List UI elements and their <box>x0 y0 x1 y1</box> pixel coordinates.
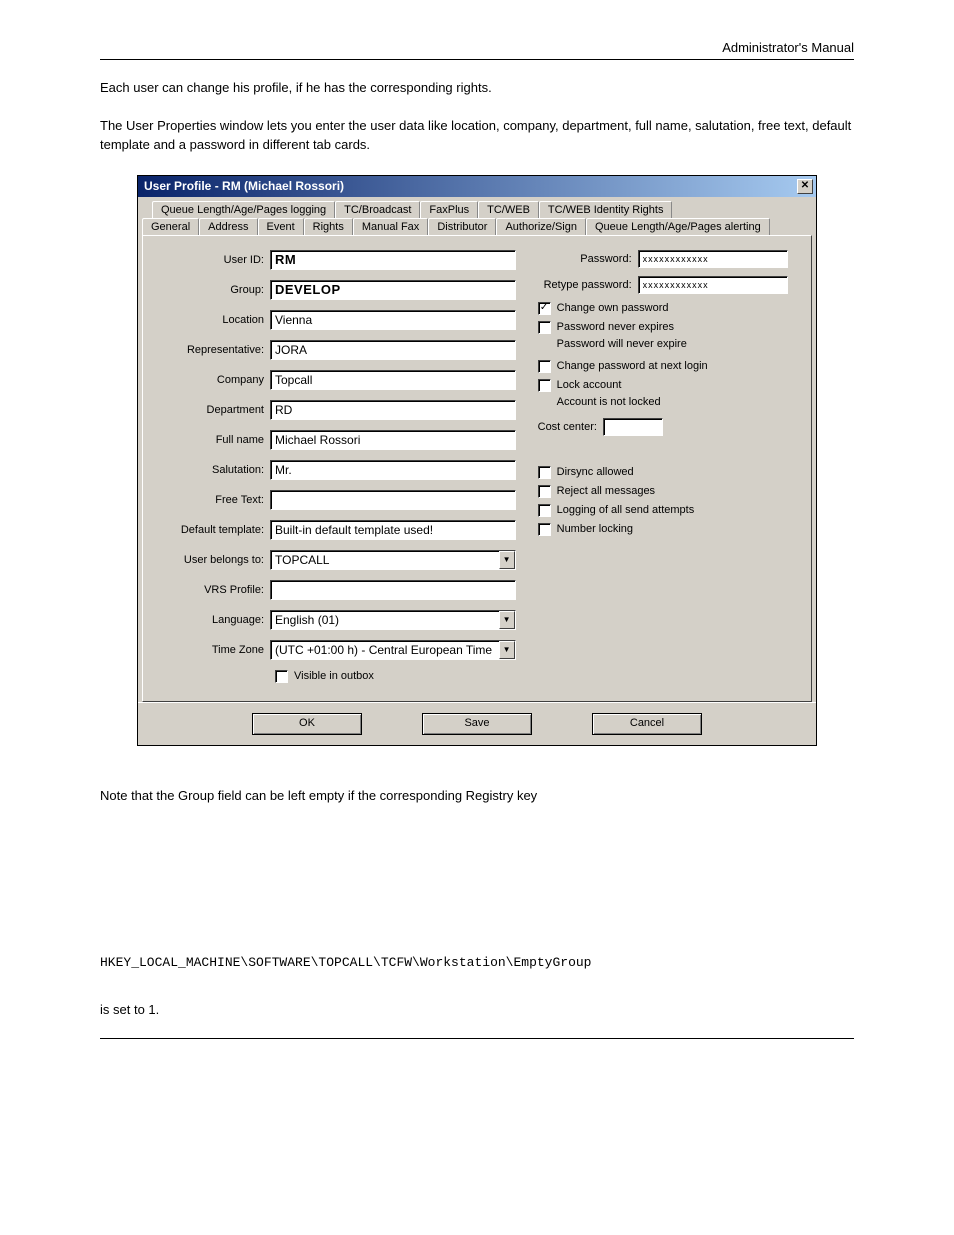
lock-account-subtext: Account is not locked <box>528 396 799 408</box>
dirsync-checkbox[interactable] <box>538 466 551 479</box>
reject-all-label: Reject all messages <box>557 485 655 497</box>
change-own-pw-label: Change own password <box>557 302 669 314</box>
retype-password-label: Retype password: <box>528 279 638 291</box>
user-profile-dialog: User Profile - RM (Michael Rossori) ✕ Qu… <box>137 175 817 746</box>
tab-manual-fax[interactable]: Manual Fax <box>353 218 428 236</box>
never-expires-subtext: Password will never expire <box>528 338 799 350</box>
change-next-login-label: Change password at next login <box>557 360 708 372</box>
fullname-label: Full name <box>155 434 270 446</box>
chevron-down-icon[interactable]: ▼ <box>499 611 515 629</box>
logging-all-label: Logging of all send attempts <box>557 504 695 516</box>
cancel-button[interactable]: Cancel <box>592 713 702 735</box>
tab-tc-broadcast[interactable]: TC/Broadcast <box>335 201 420 218</box>
never-expires-checkbox[interactable] <box>538 321 551 334</box>
close-icon: ✕ <box>801 181 809 191</box>
password-label: Password: <box>528 253 638 265</box>
change-next-login-checkbox[interactable] <box>538 360 551 373</box>
fullname-input[interactable] <box>270 430 516 450</box>
number-locking-checkbox[interactable] <box>538 523 551 536</box>
registry-path: HKEY_LOCAL_MACHINE\SOFTWARE\TOPCALL\TCFW… <box>100 955 854 970</box>
button-bar: OK Save Cancel <box>138 702 816 745</box>
language-label: Language: <box>155 614 270 626</box>
logging-all-checkbox[interactable] <box>538 504 551 517</box>
footer-divider <box>100 1038 854 1039</box>
user-belongs-to-value: TOPCALL <box>271 551 499 569</box>
salutation-input[interactable] <box>270 460 516 480</box>
user-id-input[interactable] <box>270 250 516 270</box>
close-button[interactable]: ✕ <box>797 179 813 194</box>
company-label: Company <box>155 374 270 386</box>
group-input[interactable] <box>270 280 516 300</box>
representative-label: Representative: <box>155 344 270 356</box>
note-p2: is set to 1. <box>100 1000 854 1020</box>
tab-tcweb[interactable]: TC/WEB <box>478 201 539 218</box>
tab-authorize-sign[interactable]: Authorize/Sign <box>496 218 586 236</box>
tab-body-general: User ID: Group: Location <box>142 235 812 702</box>
save-button[interactable]: Save <box>422 713 532 735</box>
representative-input[interactable] <box>270 340 516 360</box>
titlebar: User Profile - RM (Michael Rossori) ✕ <box>138 176 816 197</box>
visible-outbox-label: Visible in outbox <box>294 670 374 682</box>
tab-rights[interactable]: Rights <box>304 218 353 236</box>
default-template-input[interactable] <box>270 520 516 540</box>
change-own-pw-checkbox[interactable]: ✓ <box>538 302 551 315</box>
chevron-down-icon[interactable]: ▼ <box>499 641 515 659</box>
timezone-label: Time Zone <box>155 644 270 656</box>
timezone-value: (UTC +01:00 h) - Central European Time <box>271 641 499 659</box>
group-label: Group: <box>155 284 270 296</box>
tab-address[interactable]: Address <box>199 218 257 236</box>
note-p1: Note that the Group field can be left em… <box>100 786 854 806</box>
doc-header: Administrator's Manual <box>100 40 854 60</box>
freetext-input[interactable] <box>270 490 516 510</box>
user-belongs-to-label: User belongs to: <box>155 554 270 566</box>
language-select[interactable]: English (01) ▼ <box>270 610 516 630</box>
tab-queue-logging[interactable]: Queue Length/Age/Pages logging <box>152 201 335 218</box>
paragraph-2: The User Properties window lets you ente… <box>100 116 854 155</box>
tab-distributor[interactable]: Distributor <box>428 218 496 236</box>
tab-event[interactable]: Event <box>258 218 304 236</box>
dialog-title: User Profile - RM (Michael Rossori) <box>144 179 797 193</box>
department-input[interactable] <box>270 400 516 420</box>
user-id-label: User ID: <box>155 254 270 266</box>
tab-general[interactable]: General <box>142 218 199 236</box>
retype-password-input[interactable] <box>638 276 788 294</box>
reject-all-checkbox[interactable] <box>538 485 551 498</box>
lock-account-label: Lock account <box>557 379 622 391</box>
tab-faxplus[interactable]: FaxPlus <box>420 201 478 218</box>
location-input[interactable] <box>270 310 516 330</box>
vrs-profile-input[interactable] <box>270 580 516 600</box>
company-input[interactable] <box>270 370 516 390</box>
paragraph-1: Each user can change his profile, if he … <box>100 78 854 98</box>
user-belongs-to-select[interactable]: TOPCALL ▼ <box>270 550 516 570</box>
department-label: Department <box>155 404 270 416</box>
tab-tcweb-identity[interactable]: TC/WEB Identity Rights <box>539 201 673 218</box>
timezone-select[interactable]: (UTC +01:00 h) - Central European Time ▼ <box>270 640 516 660</box>
chevron-down-icon[interactable]: ▼ <box>499 551 515 569</box>
ok-button[interactable]: OK <box>252 713 362 735</box>
never-expires-label: Password never expires <box>557 321 674 333</box>
visible-outbox-checkbox[interactable] <box>275 670 288 683</box>
lock-account-checkbox[interactable] <box>538 379 551 392</box>
location-label: Location <box>155 314 270 326</box>
salutation-label: Salutation: <box>155 464 270 476</box>
number-locking-label: Number locking <box>557 523 633 535</box>
cost-center-input[interactable] <box>603 418 663 436</box>
tab-queue-alerting[interactable]: Queue Length/Age/Pages alerting <box>586 218 770 236</box>
password-input[interactable] <box>638 250 788 268</box>
cost-center-label: Cost center: <box>538 421 597 433</box>
language-value: English (01) <box>271 611 499 629</box>
dirsync-label: Dirsync allowed <box>557 466 634 478</box>
freetext-label: Free Text: <box>155 494 270 506</box>
vrs-profile-label: VRS Profile: <box>155 584 270 596</box>
default-template-label: Default template: <box>155 524 270 536</box>
tab-strip: Queue Length/Age/Pages logging TC/Broadc… <box>138 197 816 702</box>
